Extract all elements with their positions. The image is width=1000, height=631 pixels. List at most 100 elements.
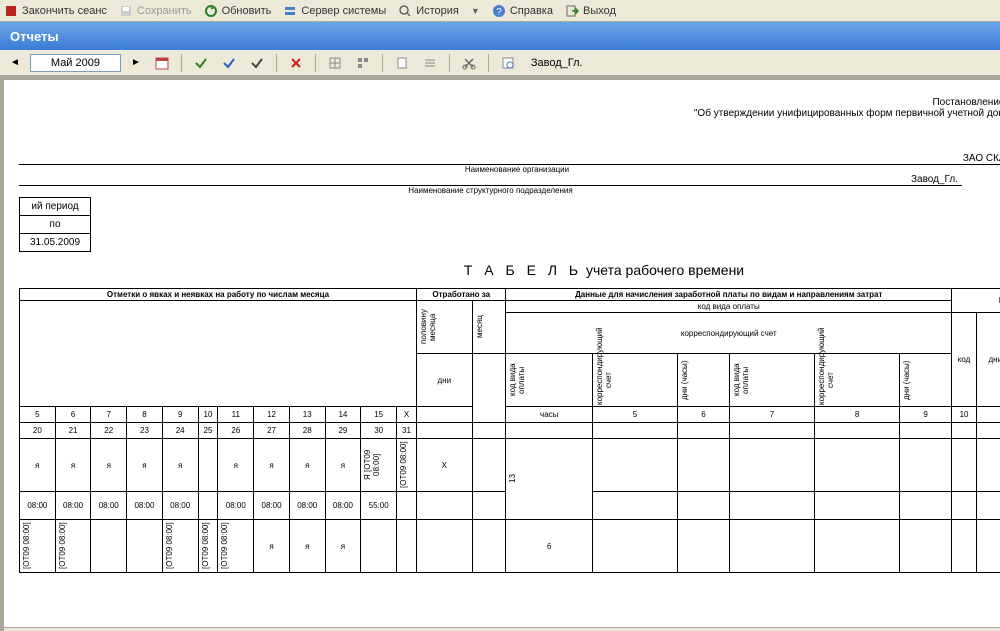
hours-label: часы xyxy=(506,407,593,423)
num-cell: 10 xyxy=(952,407,977,423)
num-cell: 6 xyxy=(678,407,730,423)
calendar-button[interactable] xyxy=(151,53,173,73)
help-button[interactable]: ? Справка xyxy=(492,4,553,18)
history-button[interactable]: История xyxy=(398,4,459,18)
form-header: Унифицированная форма № Т-13 Постановлен… xyxy=(19,85,1000,119)
cell xyxy=(729,492,814,520)
col-paycode: код вида оплаты xyxy=(506,301,952,313)
cell xyxy=(977,423,1000,439)
cell xyxy=(472,423,506,439)
org-name: ЗАО СКАТ xyxy=(19,153,1000,165)
cell xyxy=(397,492,417,520)
day-cell: 25 xyxy=(198,423,218,439)
day-cell: 12 xyxy=(254,407,290,423)
cell: я xyxy=(55,439,91,492)
col-kod1: код xyxy=(952,313,977,407)
dept-sublabel: Наименование структурного подразделения xyxy=(19,186,962,195)
period-label: ий период xyxy=(20,198,91,216)
day-cell: 6 xyxy=(55,407,91,423)
cell: 08:00 xyxy=(20,492,56,520)
check-green-button[interactable] xyxy=(190,53,212,73)
prev-period-button[interactable]: ◄ xyxy=(6,57,24,68)
status-bar: Стр. 1/109 |◄ ◄ ► xyxy=(4,627,1000,631)
help-icon: ? xyxy=(492,4,506,18)
cell: 13 xyxy=(506,439,593,520)
server-button[interactable]: Сервер системы xyxy=(283,4,386,18)
cell xyxy=(678,520,730,573)
day-cell: 29 xyxy=(325,423,361,439)
cell: 08:00 xyxy=(162,492,198,520)
filter-button[interactable] xyxy=(352,53,374,73)
preview-button[interactable] xyxy=(497,53,519,73)
save-icon xyxy=(119,4,133,18)
sub-code2: код вида оплаты xyxy=(732,355,750,405)
day-cell: 13 xyxy=(289,407,325,423)
day-cell: 28 xyxy=(289,423,325,439)
report-scroll[interactable]: Унифицированная форма № Т-13 Постановлен… xyxy=(4,80,1000,627)
cell xyxy=(416,492,472,520)
cell xyxy=(472,439,506,492)
cell xyxy=(198,492,218,520)
server-icon xyxy=(283,4,297,18)
cell xyxy=(977,520,1000,573)
cell: Я [ОТ09 08:00] xyxy=(361,439,397,492)
sub-dn2: дни (часы) xyxy=(902,355,911,405)
day-cell: 10 xyxy=(198,407,218,423)
num-cell: 7 xyxy=(729,407,814,423)
day-cell: 26 xyxy=(218,423,254,439)
cell: 55:00 xyxy=(361,492,397,520)
col-payroll: Данные для начисления заработной платы п… xyxy=(506,289,952,301)
cell xyxy=(900,439,952,492)
cell xyxy=(416,520,472,573)
department-label: Завод_Гл. xyxy=(525,55,589,71)
period-po: по xyxy=(20,216,91,234)
cell xyxy=(416,423,472,439)
check-blue-button[interactable] xyxy=(218,53,240,73)
dropdown-arrow[interactable]: ▼ xyxy=(471,6,480,16)
cell xyxy=(815,520,900,573)
cut-button[interactable] xyxy=(458,53,480,73)
delete-button[interactable] xyxy=(285,53,307,73)
cell: [ОТ09 08:00] xyxy=(218,520,254,573)
col-days: дни xyxy=(416,354,472,407)
cell xyxy=(678,492,730,520)
refresh-button[interactable]: Обновить xyxy=(204,4,272,18)
cell xyxy=(91,520,127,573)
cell: 08:00 xyxy=(91,492,127,520)
end-session-button[interactable]: Закончить сеанс xyxy=(4,4,107,18)
cell xyxy=(900,423,952,439)
save-button[interactable]: Сохранить xyxy=(119,4,192,18)
next-period-button[interactable]: ► xyxy=(127,57,145,68)
sub-corr1: корреспондирующий счет xyxy=(595,355,613,405)
timesheet-table: Отметки о явках и неявках на работу по ч… xyxy=(19,288,1000,573)
form-decree: Постановление Госкомстата РФ от 5 января… xyxy=(19,97,1000,108)
num-cell: 5 xyxy=(592,407,677,423)
cell: [ОТ09 08:00] xyxy=(397,439,417,492)
cell xyxy=(952,439,977,492)
period-display[interactable]: Май 2009 xyxy=(30,54,121,72)
cell: X xyxy=(416,439,472,492)
cell xyxy=(592,423,677,439)
cell xyxy=(506,423,593,439)
day-cell: 9 xyxy=(162,407,198,423)
day-cell: 30 xyxy=(361,423,397,439)
check-dark-button[interactable] xyxy=(246,53,268,73)
cell xyxy=(416,407,472,423)
day-cell: 5 xyxy=(20,407,56,423)
cell xyxy=(472,520,506,573)
cell: [ОТ09 08:00] xyxy=(198,520,218,573)
cell: [ОТ09 08:00] xyxy=(162,520,198,573)
refresh-label: Обновить xyxy=(222,5,272,17)
exit-button[interactable]: Выход xyxy=(565,4,616,18)
day-cell: 8 xyxy=(127,407,163,423)
list-button[interactable] xyxy=(419,53,441,73)
page-button[interactable] xyxy=(391,53,413,73)
cell xyxy=(361,520,397,573)
svg-text:?: ? xyxy=(496,7,502,18)
day-cell: 14 xyxy=(325,407,361,423)
stop-icon xyxy=(4,4,18,18)
cell xyxy=(592,520,677,573)
report-area: Унифицированная форма № Т-13 Постановлен… xyxy=(0,76,1000,631)
cell xyxy=(815,492,900,520)
grid-button[interactable] xyxy=(324,53,346,73)
